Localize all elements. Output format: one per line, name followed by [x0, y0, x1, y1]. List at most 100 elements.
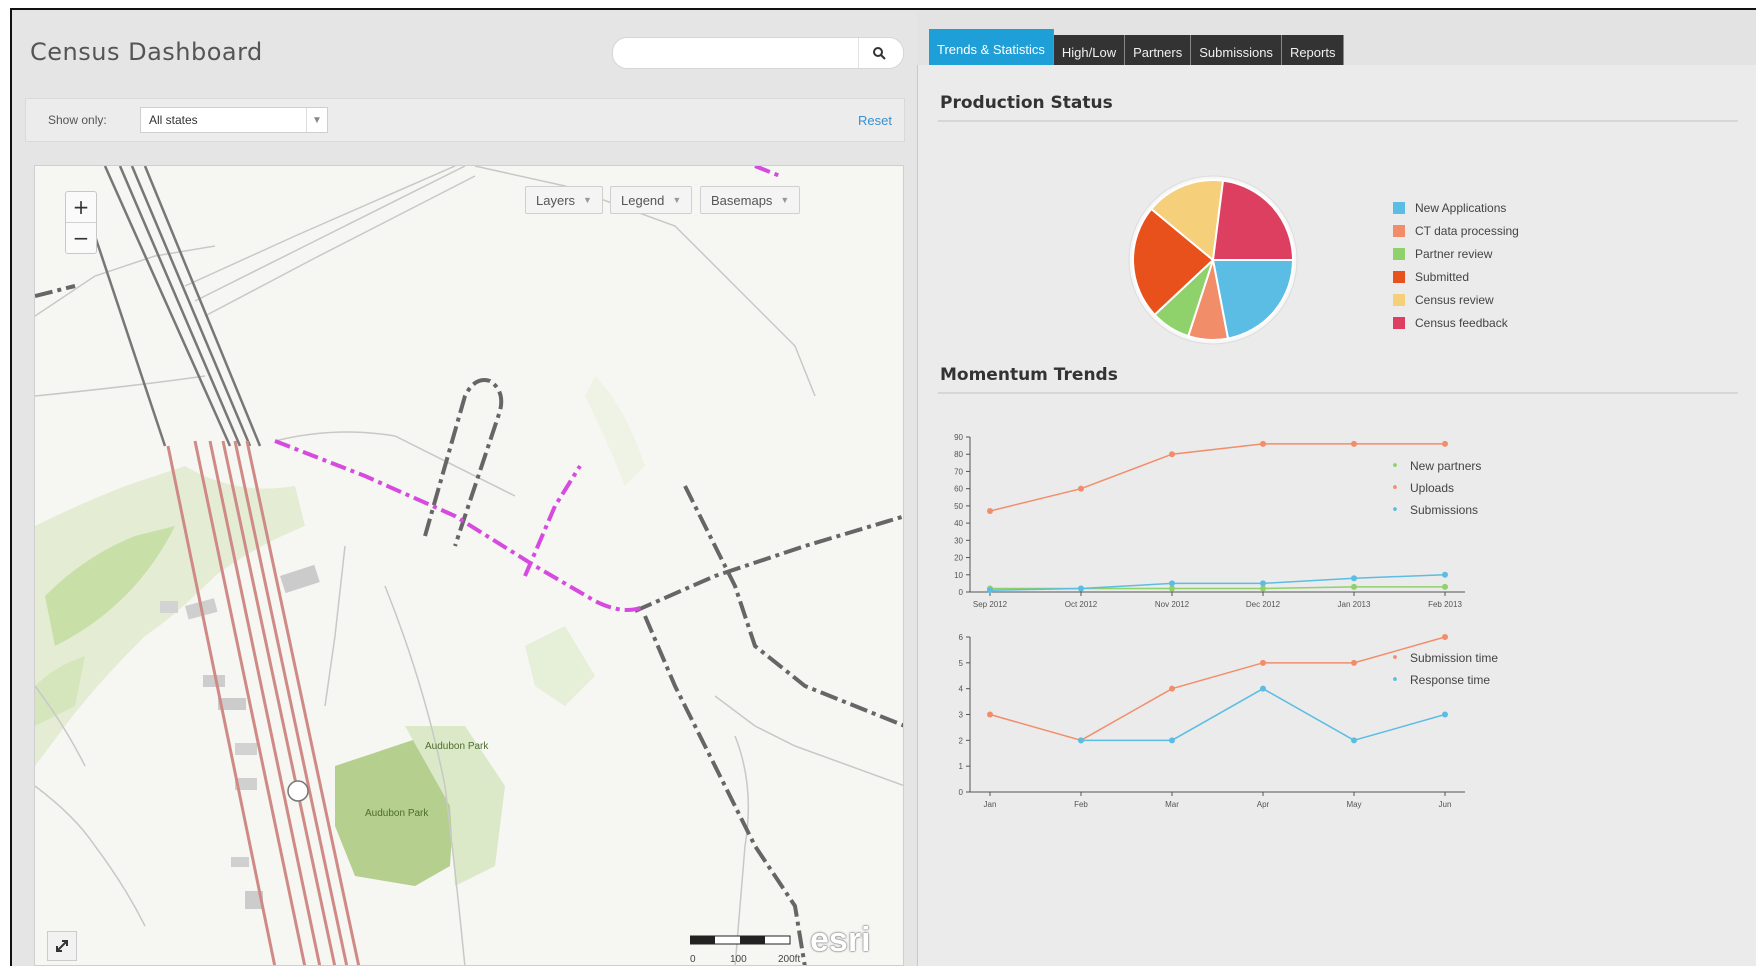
legend-marker: •: [1391, 650, 1399, 666]
data-point[interactable]: [1169, 451, 1175, 458]
legend-marker: •: [1391, 458, 1399, 474]
pie-legend-item: New Applications: [1393, 196, 1519, 219]
legend-marker: •: [1391, 502, 1399, 518]
data-point[interactable]: [987, 508, 993, 515]
data-point[interactable]: [1442, 711, 1448, 718]
chart-legend-item: • Uploads: [1388, 477, 1481, 499]
x-tick-label: Jan 2013: [1338, 600, 1371, 609]
y-tick-label: 90: [954, 433, 963, 442]
production-pie-chart: [1128, 175, 1298, 345]
zoom-in-button[interactable]: +: [66, 192, 96, 222]
pie-slice[interactable]: [1211, 179, 1295, 261]
data-point[interactable]: [1078, 737, 1084, 744]
data-point[interactable]: [1078, 585, 1084, 592]
y-tick-label: 6: [959, 633, 964, 642]
tab-bar: Trends & Statistics High/Low Partners Su…: [929, 27, 1345, 69]
data-point[interactable]: [1169, 737, 1175, 744]
y-tick-label: 70: [954, 467, 963, 476]
data-point[interactable]: [1169, 585, 1175, 592]
data-point[interactable]: [1351, 583, 1357, 590]
map-view[interactable]: + − Layers ▼ Legend ▼ Basemaps ▼ Audubon…: [34, 165, 904, 966]
data-point[interactable]: [1442, 571, 1448, 578]
series-line: [989, 443, 1445, 512]
data-point[interactable]: [1260, 685, 1266, 692]
y-tick-label: 60: [954, 485, 963, 494]
data-point[interactable]: [1442, 440, 1448, 447]
legend-label: Legend: [621, 192, 665, 208]
chart-legend-item: • Submission time: [1388, 647, 1498, 669]
data-point[interactable]: [1169, 685, 1175, 692]
pie-legend: New Applications CT data processing Partne…: [1393, 196, 1519, 334]
tab-partners[interactable]: Partners: [1125, 35, 1192, 69]
layers-label: Layers: [536, 192, 576, 208]
y-tick-label: 2: [959, 736, 964, 745]
esri-logo: esri: [810, 921, 871, 959]
y-tick-label: 30: [954, 536, 963, 545]
legend-label: Uploads: [1410, 481, 1455, 495]
data-point[interactable]: [1169, 580, 1175, 587]
y-tick-label: 50: [954, 502, 963, 511]
filter-label: Show only:: [48, 113, 107, 127]
chevron-down-icon: ▼: [672, 195, 682, 205]
state-select[interactable]: All states ▼: [140, 107, 328, 133]
pie-legend-item: Census review: [1393, 288, 1519, 311]
x-tick-label: Feb: [1074, 800, 1088, 809]
reset-link[interactable]: Reset: [858, 113, 892, 128]
y-tick-label: 80: [954, 450, 963, 459]
data-point[interactable]: [1442, 634, 1448, 640]
tab-reports[interactable]: Reports: [1281, 35, 1345, 69]
data-point[interactable]: [1351, 659, 1357, 666]
data-point[interactable]: [1351, 440, 1357, 447]
data-point[interactable]: [1260, 440, 1266, 447]
chart-legend-item: • New partners: [1388, 455, 1481, 477]
data-point[interactable]: [1351, 575, 1357, 582]
tab-high-low[interactable]: High/Low: [1053, 35, 1126, 69]
data-point[interactable]: [1078, 485, 1084, 492]
chart-legend-item: • Submissions: [1388, 499, 1481, 521]
map-basemap: [35, 166, 903, 965]
scale-bar: 0 100 200ft: [689, 934, 800, 965]
line-chart-1-legend: • New partners • Uploads • Submissions: [1388, 455, 1481, 521]
legend-label: Submitted: [1415, 269, 1470, 284]
y-tick-label: 10: [954, 571, 963, 580]
y-tick-label: 0: [959, 788, 964, 797]
basemaps-button[interactable]: Basemaps ▼: [700, 186, 801, 214]
x-tick-label: Mar: [1165, 800, 1179, 809]
data-point[interactable]: [1260, 585, 1266, 592]
series-line: [989, 636, 1446, 742]
pie-legend-item: CT data processing: [1393, 219, 1519, 242]
tab-submissions[interactable]: Submissions: [1191, 35, 1282, 69]
search-box[interactable]: [612, 37, 904, 69]
line-chart-2-legend: • Submission time • Response time: [1388, 647, 1498, 691]
legend-marker: •: [1391, 480, 1399, 496]
fullscreen-button[interactable]: [47, 931, 77, 961]
y-tick-label: 40: [954, 519, 963, 528]
search-input[interactable]: [627, 43, 851, 65]
y-tick-label: 0: [959, 588, 964, 597]
y-tick-label: 1: [959, 762, 964, 771]
data-point[interactable]: [1442, 583, 1448, 590]
x-tick-label: Sep 2012: [973, 600, 1008, 609]
x-tick-label: Dec 2012: [1246, 600, 1281, 609]
layers-button[interactable]: Layers ▼: [525, 186, 603, 214]
park-label: Audubon Park: [425, 741, 489, 752]
chevron-down-icon: ▼: [583, 195, 592, 205]
search-button[interactable]: [858, 38, 899, 68]
legend-swatch: [1393, 316, 1405, 329]
pie-legend-item: Partner review: [1393, 242, 1519, 265]
x-tick-label: May: [1346, 800, 1361, 809]
data-point[interactable]: [987, 711, 993, 718]
legend-swatch: [1393, 224, 1405, 237]
zoom-out-button[interactable]: −: [66, 222, 96, 253]
legend-label: Submission time: [1410, 651, 1499, 665]
tab-trends[interactable]: Trends & Statistics: [929, 29, 1054, 69]
legend-label: New partners: [1410, 459, 1482, 473]
legend-label: Census feedback: [1415, 315, 1508, 330]
data-point[interactable]: [987, 587, 993, 594]
data-point[interactable]: [1260, 659, 1266, 666]
legend-button[interactable]: Legend ▼: [610, 186, 693, 214]
legend-swatch: [1393, 293, 1405, 306]
data-point[interactable]: [1351, 737, 1357, 744]
legend-label: Partner review: [1415, 246, 1493, 261]
data-point[interactable]: [1260, 580, 1266, 587]
